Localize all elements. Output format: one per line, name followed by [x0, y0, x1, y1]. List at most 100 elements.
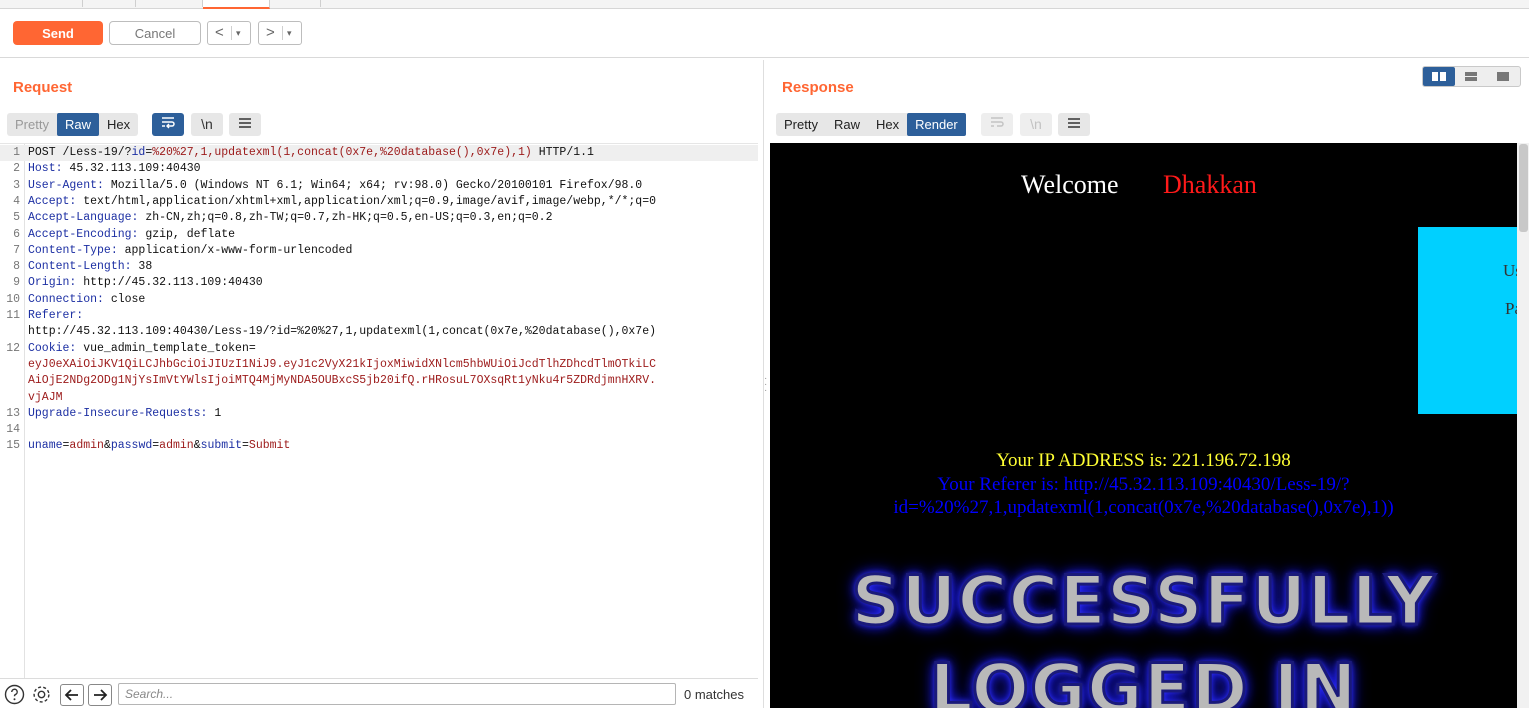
editor-line[interactable]: 4 Accept: text/html,application/xhtml+xml…	[0, 194, 758, 210]
line-content: Content-Type: application/x-www-form-url…	[28, 243, 352, 259]
tab-pretty[interactable]: Pretty	[7, 113, 57, 136]
editor-line[interactable]: 9 Origin: http://45.32.113.109:40430	[0, 275, 758, 291]
editor-line[interactable]: 2 Host: 45.32.113.109:40430	[0, 161, 758, 177]
line-number: 9	[13, 276, 20, 289]
search-input[interactable]	[118, 683, 676, 705]
header-name: Origin:	[28, 276, 77, 289]
line-content: Accept-Language: zh-CN,zh;q=0.8,zh-TW;q=…	[28, 210, 553, 226]
line-number: 12	[6, 342, 20, 355]
line-number: 13	[6, 407, 20, 420]
line-content: uname=admin&passwd=admin&submit=Submit	[28, 438, 290, 454]
banner-line-1: SUCCESSFULLY	[850, 561, 1436, 643]
previous-match-icon[interactable]	[60, 684, 84, 706]
line-content: Content-Length: 38	[28, 259, 152, 275]
editor-line[interactable]: 8 Content-Length: 38	[0, 259, 758, 275]
back-arrow-icon: <	[215, 24, 224, 41]
tab-pretty[interactable]: Pretty	[776, 113, 826, 136]
layout-side-by-side-icon[interactable]	[1423, 67, 1455, 86]
request-path: POST /Less-19/?	[28, 146, 132, 159]
chevron-down-icon[interactable]: ▾	[287, 22, 292, 44]
wrap-lines-icon[interactable]	[152, 113, 184, 136]
tab-1[interactable]	[0, 0, 83, 7]
settings-gear-icon[interactable]	[31, 684, 52, 705]
help-icon[interactable]	[4, 684, 25, 705]
menu-icon[interactable]	[1058, 113, 1090, 136]
editor-line[interactable]: 13 Upgrade-Insecure-Requests: 1	[0, 406, 758, 422]
editor-line[interactable]: 1 POST /Less-19/?id=%20%27,1,updatexml(1,…	[0, 145, 758, 161]
tab-2[interactable]	[83, 0, 136, 7]
header-value: 38	[131, 260, 153, 273]
editor-line[interactable]: 14	[0, 422, 758, 438]
request-view-tabs: Pretty Raw Hex	[7, 113, 139, 136]
ip-address-text: Your IP ADDRESS is: 221.196.72.198	[996, 450, 1291, 471]
referer-text: Your Referer is: http://45.32.113.109:40…	[770, 473, 1517, 519]
forward-button[interactable]: > ▾	[258, 21, 302, 45]
splitter-grip-icon[interactable]: · · ·	[764, 374, 768, 396]
response-render-view: Welcome Dhakkan Us Pa Your IP ADDRESS is…	[770, 143, 1517, 708]
tab-render[interactable]: Render	[907, 113, 966, 136]
header-name: Connection:	[28, 293, 104, 306]
editor-line[interactable]: vjAJM	[0, 390, 758, 406]
param-equals: =	[242, 439, 249, 452]
editor-line[interactable]: 7 Content-Type: application/x-www-form-ur…	[0, 243, 758, 259]
menu-icon[interactable]	[229, 113, 261, 136]
editor-line[interactable]: 11 Referer:	[0, 308, 758, 324]
line-content: Host: 45.32.113.109:40430	[28, 161, 201, 177]
scrollbar-thumb[interactable]	[1519, 144, 1528, 232]
tab-raw[interactable]: Raw	[826, 113, 868, 136]
line-content: vjAJM	[28, 390, 63, 406]
line-content: eyJ0eXAiOiJKV1QiLCJhbGciOiJIUzI1NiJ9.eyJ…	[28, 357, 656, 373]
param-value: admin	[159, 439, 194, 452]
tab-3[interactable]	[136, 0, 203, 7]
wrap-lines-icon	[981, 113, 1013, 136]
header-name: Upgrade-Insecure-Requests:	[28, 407, 208, 420]
line-number: 6	[13, 228, 20, 241]
header-name: Host:	[28, 162, 63, 175]
line-content: Accept: text/html,application/xhtml+xml,…	[28, 194, 656, 210]
line-content: Origin: http://45.32.113.109:40430	[28, 275, 263, 291]
cancel-button[interactable]: Cancel	[109, 21, 201, 45]
tab-raw[interactable]: Raw	[56, 113, 99, 136]
tab-4-active[interactable]	[203, 0, 270, 9]
tab-5[interactable]	[270, 0, 321, 7]
line-number: 5	[13, 211, 20, 224]
line-content: Cookie: vue_admin_template_token=	[28, 341, 256, 357]
banner-line-2: LOGGED IN	[928, 649, 1358, 709]
editor-line[interactable]: 3 User-Agent: Mozilla/5.0 (Windows NT 6.1…	[0, 178, 758, 194]
line-content: http://45.32.113.109:40430/Less-19/?id=%…	[28, 325, 657, 338]
request-title: Request	[13, 79, 73, 96]
show-newlines-button[interactable]: \n	[191, 113, 223, 136]
tab-hex[interactable]: Hex	[99, 113, 138, 136]
param-name: uname	[28, 439, 63, 452]
header-name: User-Agent:	[28, 179, 104, 192]
line-content: Referer:	[28, 308, 83, 324]
editor-line[interactable]: 15 uname=admin&passwd=admin&submit=Submit	[0, 438, 758, 454]
send-button[interactable]: Send	[13, 21, 103, 45]
line-number: 3	[13, 179, 20, 192]
request-editor[interactable]: 1 POST /Less-19/?id=%20%27,1,updatexml(1,…	[0, 143, 758, 679]
editor-line[interactable]: 5 Accept-Language: zh-CN,zh;q=0.8,zh-TW;q…	[0, 210, 758, 226]
back-button[interactable]: < ▾	[207, 21, 251, 45]
editor-line[interactable]: AiOjE2NDg2ODg1NjYsImVtYWlsIjoiMTQ4MjMyND…	[0, 373, 758, 389]
editor-line[interactable]: 6 Accept-Encoding: gzip, deflate	[0, 227, 758, 243]
layout-stacked-icon[interactable]	[1455, 67, 1487, 86]
line-number: 10	[6, 293, 20, 306]
header-value: text/html,application/xhtml+xml,applicat…	[76, 195, 657, 208]
header-name: Referer:	[28, 309, 84, 322]
line-number: 15	[6, 439, 20, 452]
password-label: Pa	[1505, 299, 1517, 318]
cookie-value: vjAJM	[28, 391, 63, 404]
next-match-icon[interactable]	[88, 684, 112, 706]
editor-line[interactable]: eyJ0eXAiOiJKV1QiLCJhbGciOiJIUzI1NiJ9.eyJ…	[0, 357, 758, 373]
chevron-down-icon[interactable]: ▾	[236, 22, 241, 44]
tab-hex[interactable]: Hex	[868, 113, 907, 136]
header-value: application/x-www-form-urlencoded	[117, 244, 353, 257]
editor-line[interactable]: 12 Cookie: vue_admin_template_token=	[0, 341, 758, 357]
header-value: vue_admin_template_token=	[76, 342, 256, 355]
editor-line[interactable]: 10 Connection: close	[0, 292, 758, 308]
header-name: Accept-Language:	[28, 211, 139, 224]
layout-tabs-icon[interactable]	[1487, 67, 1519, 86]
show-newlines-button: \n	[1020, 113, 1052, 136]
editor-line[interactable]: http://45.32.113.109:40430/Less-19/?id=%…	[0, 324, 758, 340]
divider	[282, 26, 283, 40]
